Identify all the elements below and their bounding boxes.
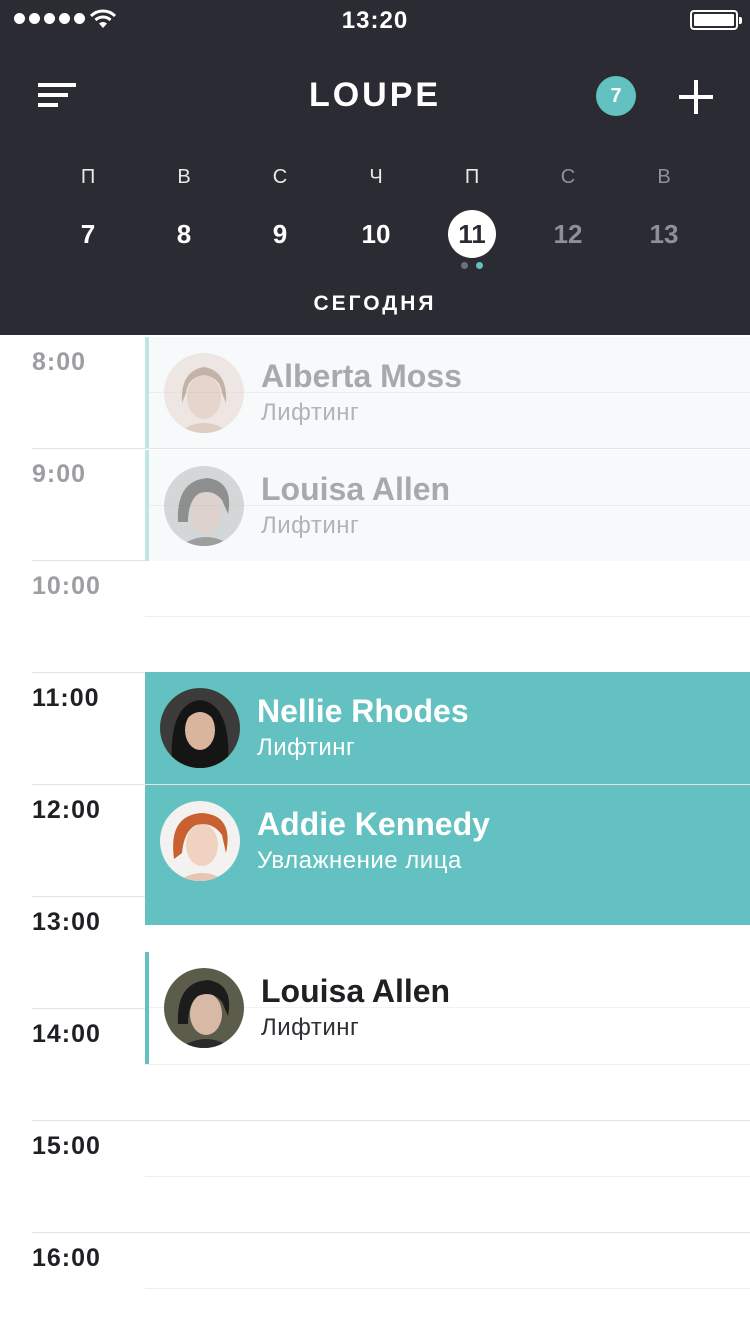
time-label: 12:00	[32, 796, 101, 824]
time-label: 15:00	[32, 1132, 101, 1160]
time-label: 14:00	[32, 1020, 101, 1048]
client-avatar	[164, 353, 244, 433]
day-of-week-label: Ч	[369, 166, 383, 188]
client-avatar	[160, 801, 240, 881]
client-avatar	[164, 466, 244, 546]
indicator-dot	[461, 262, 468, 269]
day-number: 10	[361, 219, 391, 249]
add-icon[interactable]	[679, 80, 713, 114]
day-of-week-label: В	[177, 166, 191, 188]
day-wed[interactable]: С 9	[232, 164, 328, 274]
hour-divider	[32, 1120, 750, 1121]
day-number: 12	[553, 219, 583, 249]
day-of-week-label: С	[560, 166, 576, 188]
day-sun[interactable]: В 13	[616, 164, 712, 274]
app-title: LOUPE	[308, 76, 442, 114]
notification-badge[interactable]: 7	[596, 76, 636, 116]
status-bar: 13:20	[0, 0, 750, 40]
half-hour-divider	[145, 616, 750, 617]
appointment-card-active[interactable]: Addie Kennedy Увлажнение лица	[145, 785, 750, 925]
hour-divider	[32, 1232, 750, 1233]
app-header: 13:20 LOUPE 7 П 7 В 8 С 9 Ч 10 П 11 С 12…	[0, 0, 750, 335]
appointment-card[interactable]: Louisa Allen Лифтинг	[145, 952, 750, 1064]
time-label: 9:00	[32, 460, 87, 488]
day-schedule[interactable]: 8:00 9:00 10:00 11:00 12:00 13:00 14:00 …	[0, 335, 750, 1334]
day-thu[interactable]: Ч 10	[328, 164, 424, 274]
half-hour-divider	[145, 1288, 750, 1289]
time-label: 10:00	[32, 572, 101, 600]
day-of-week-label: С	[272, 166, 288, 188]
day-of-week-label: П	[464, 166, 480, 188]
hour-divider	[32, 448, 750, 449]
half-hour-divider	[145, 1176, 750, 1177]
appointment-card[interactable]: Louisa Allen Лифтинг	[145, 450, 750, 561]
time-label: 16:00	[32, 1244, 101, 1272]
day-mon[interactable]: П 7	[40, 164, 136, 274]
client-name: Louisa Allen	[261, 471, 451, 507]
day-number: 9	[272, 219, 288, 249]
time-label: 8:00	[32, 348, 87, 376]
client-name: Addie Kennedy	[257, 806, 490, 842]
service-name: Лифтинг	[261, 399, 360, 426]
status-time: 13:20	[341, 7, 409, 34]
day-number: 11	[448, 210, 496, 258]
day-number: 8	[176, 219, 192, 249]
day-number: 7	[80, 219, 96, 249]
service-name: Увлажнение лица	[257, 847, 462, 874]
day-of-week-label: В	[657, 166, 671, 188]
today-button[interactable]: СЕГОДНЯ	[0, 292, 750, 316]
day-sat[interactable]: С 12	[520, 164, 616, 274]
battery-icon	[690, 10, 742, 30]
client-name: Alberta Moss	[261, 358, 462, 394]
half-hour-divider	[145, 1064, 750, 1065]
day-indicator-dots	[424, 256, 520, 274]
service-name: Лифтинг	[261, 512, 360, 539]
appointment-card[interactable]: Alberta Moss Лифтинг	[145, 337, 750, 448]
client-name: Nellie Rhodes	[257, 693, 469, 729]
appointment-card-active[interactable]: Nellie Rhodes Лифтинг	[145, 672, 750, 784]
week-strip: П 7 В 8 С 9 Ч 10 П 11 С 12 В 13	[40, 164, 712, 274]
indicator-dot	[476, 262, 483, 269]
client-name: Louisa Allen	[261, 973, 451, 1009]
service-name: Лифтинг	[261, 1014, 360, 1041]
day-fri-selected[interactable]: П 11	[424, 164, 520, 274]
day-number: 13	[649, 219, 679, 249]
client-avatar	[160, 688, 240, 768]
time-label: 11:00	[32, 684, 100, 712]
client-avatar	[164, 968, 244, 1048]
day-of-week-label: П	[80, 166, 96, 188]
service-name: Лифтинг	[257, 734, 356, 761]
day-tue[interactable]: В 8	[136, 164, 232, 274]
time-label: 13:00	[32, 908, 101, 936]
